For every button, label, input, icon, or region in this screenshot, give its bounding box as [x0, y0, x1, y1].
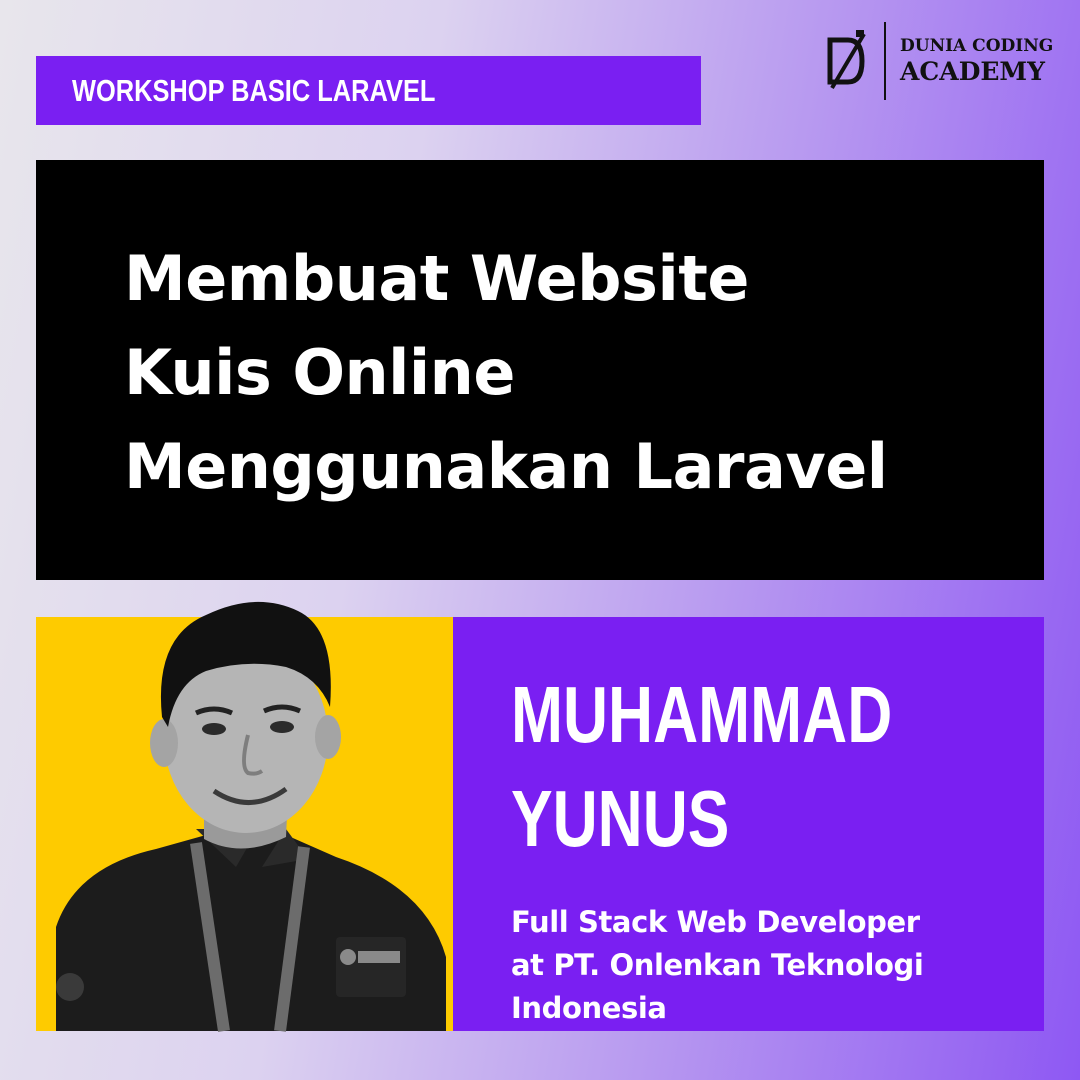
- title-line-1: Membuat Website: [124, 242, 749, 315]
- speaker-role-line-3: Indonesia: [511, 991, 667, 1025]
- speaker-info-panel: MUHAMMAD YUNUS Full Stack Web Developer …: [453, 617, 1044, 1031]
- brand-line-2: ACADEMY: [900, 57, 1045, 86]
- speaker-photo-panel: [36, 601, 453, 1032]
- brand-line-1: DUNIA CODING: [900, 36, 1054, 56]
- dca-monogram-icon: [827, 30, 866, 90]
- title-line-3: Menggunakan Laravel: [124, 430, 888, 503]
- brand-divider: [884, 22, 886, 100]
- speaker-role: Full Stack Web Developer at PT. Onlenkan…: [511, 901, 1044, 1030]
- title-block: Membuat Website Kuis Online Menggunakan …: [36, 160, 1044, 580]
- brand-wordmark: DUNIA CODING ACADEMY: [900, 36, 1054, 86]
- speaker-role-line-2: at PT. Onlenkan Teknologi: [511, 948, 924, 982]
- speaker-name-line-2: YUNUS: [511, 774, 730, 863]
- workshop-label: WORKSHOP BASIC LARAVEL: [72, 72, 436, 108]
- speaker-name-line-1: MUHAMMAD: [511, 670, 893, 759]
- title-line-2: Kuis Online: [124, 336, 515, 409]
- speaker-portrait: [56, 601, 446, 1032]
- brand-logo: DUNIA CODING ACADEMY: [826, 20, 1056, 102]
- workshop-tag: WORKSHOP BASIC LARAVEL: [36, 56, 701, 125]
- speaker-role-line-1: Full Stack Web Developer: [511, 905, 920, 939]
